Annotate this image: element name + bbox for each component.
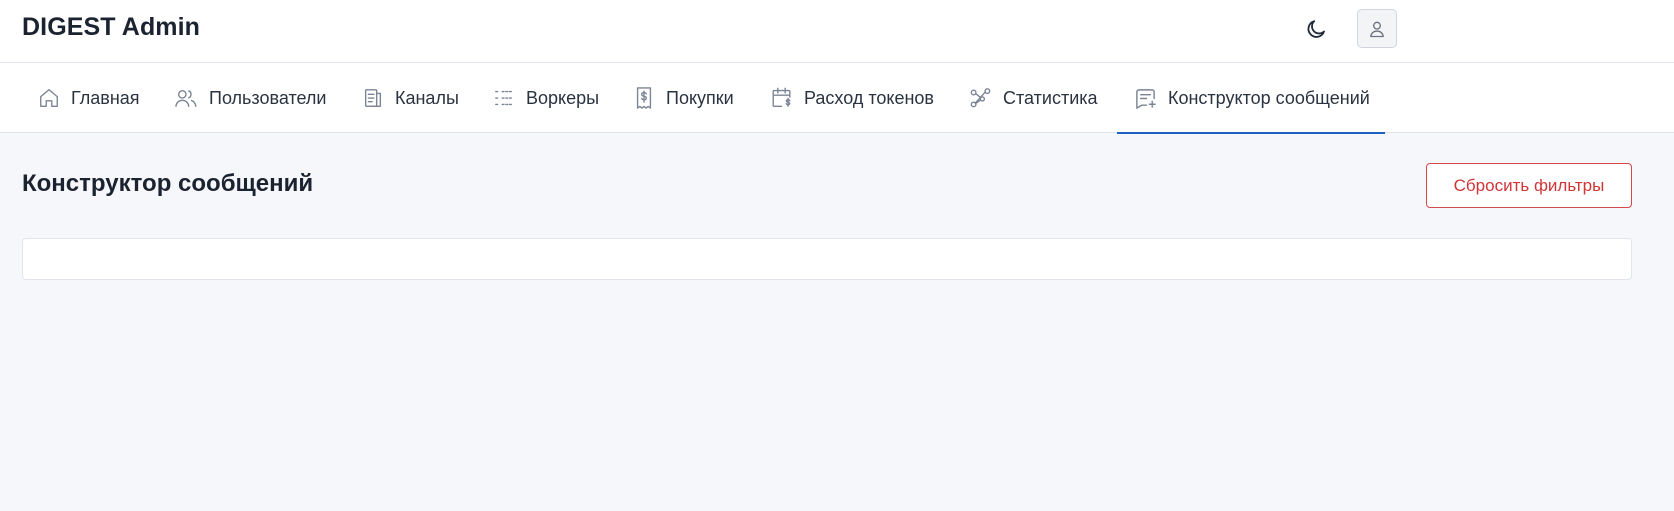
tab-label: Каналы xyxy=(395,87,459,108)
user-icon xyxy=(1370,21,1384,37)
top-header: DIGEST Admin xyxy=(0,0,1674,63)
moon-icon xyxy=(1307,20,1325,38)
calendar-dollar-icon xyxy=(772,87,791,107)
reset-filters-button[interactable]: Сбросить фильтры xyxy=(1426,163,1632,208)
tab-label: Воркеры xyxy=(526,87,600,108)
tab-users[interactable]: Пользователи xyxy=(174,63,326,133)
list-icon xyxy=(495,90,513,106)
app-title: DIGEST Admin xyxy=(22,13,201,41)
receipt-icon xyxy=(636,87,652,109)
tab-label: Покупки xyxy=(666,87,734,108)
channels-icon xyxy=(364,89,382,107)
filters-panel xyxy=(22,238,1632,280)
users-icon xyxy=(175,89,197,107)
share-nodes-icon xyxy=(970,88,991,108)
tab-home[interactable]: Главная xyxy=(38,63,140,133)
tab-channels[interactable]: Каналы xyxy=(362,63,459,133)
tab-purchases[interactable]: Покупки xyxy=(633,63,734,133)
tab-label: Главная xyxy=(71,87,140,108)
user-menu-button[interactable] xyxy=(1357,9,1397,48)
page-title: Конструктор сообщений xyxy=(22,170,314,197)
tab-statistics[interactable]: Статистика xyxy=(969,63,1098,133)
tab-workers[interactable]: Воркеры xyxy=(493,63,599,133)
tab-label: Пользователи xyxy=(209,87,327,108)
tab-token-usage[interactable]: Расход токенов xyxy=(770,63,934,133)
theme-toggle-button[interactable] xyxy=(1300,13,1332,45)
main-nav: Главная Пользователи Каналы Воркеры Поку… xyxy=(0,63,1674,134)
message-plus-icon xyxy=(1136,88,1156,109)
tab-label: Расход токенов xyxy=(804,87,934,108)
tab-label: Конструктор сообщений xyxy=(1168,87,1370,108)
home-icon xyxy=(40,89,58,107)
tab-message-builder[interactable]: Конструктор сообщений xyxy=(1117,63,1385,134)
tab-label: Статистика xyxy=(1003,87,1098,108)
